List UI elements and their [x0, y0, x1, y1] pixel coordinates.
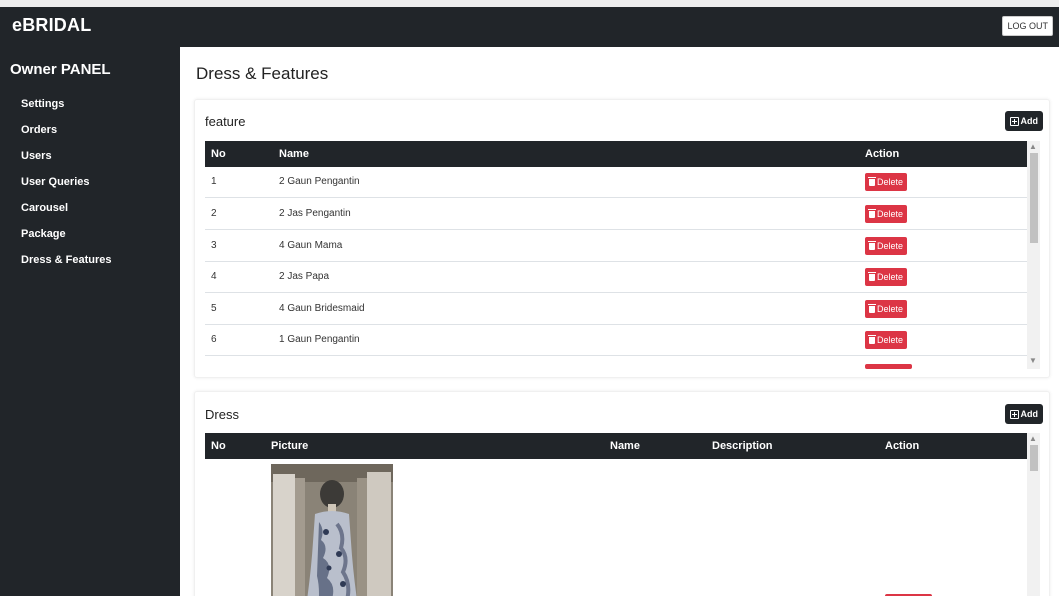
row-name: 4 Gaun Mama [279, 240, 343, 251]
add-dress-label: Add [1020, 409, 1039, 419]
delete-button[interactable]: Delete [865, 300, 908, 318]
row-name: 1 Gaun Pengantin [279, 334, 360, 345]
sidebar-nav: Settings Orders Users User Queries Carou… [21, 97, 112, 279]
feature-table-scrollbar[interactable]: ▲ ▼ [1027, 141, 1040, 369]
add-feature-label: Add [1020, 116, 1039, 126]
table-row: 6 1 Gaun Pengantin Delete [205, 325, 1027, 356]
feature-heading: feature [205, 114, 246, 129]
screen-frame: eBRIDAL LOG OUT Owner PANEL Settings Ord… [0, 0, 1059, 596]
trash-icon [868, 334, 876, 344]
row-name: 2 Jas Pengantin [279, 208, 351, 219]
column-no: No [211, 148, 226, 160]
plus-square-icon [1009, 116, 1019, 126]
column-name: Name [610, 440, 640, 452]
table-row: 2 2 Jas Pengantin Delete [205, 199, 1027, 230]
sidebar-item-users[interactable]: Users [21, 149, 112, 175]
top-navbar: eBRIDAL LOG OUT [0, 7, 1059, 47]
feature-table: No Name Action 1 2 Gaun Pengantin Delete… [205, 141, 1040, 369]
row-no: 1 [211, 176, 217, 187]
add-dress-button[interactable]: Add [1004, 404, 1043, 424]
dress-photo-image [271, 464, 393, 596]
dress-table-scrollbar[interactable]: ▲ [1027, 433, 1040, 596]
delete-button[interactable]: Delete [865, 205, 908, 223]
main-content: Dress & Features feature Add No Name Act… [180, 47, 1059, 596]
column-description: Description [712, 440, 773, 452]
delete-label: Delete [877, 209, 904, 219]
feature-table-header: No Name Action [205, 141, 1027, 167]
scroll-up-arrow-icon[interactable]: ▲ [1029, 435, 1037, 443]
scrollbar-thumb[interactable] [1030, 445, 1038, 471]
delete-label: Delete [877, 241, 904, 251]
dress-table: No Picture Name Description Action ▲ [205, 433, 1040, 596]
dress-picture [271, 464, 393, 596]
dress-table-header: No Picture Name Description Action [205, 433, 1027, 459]
sidebar-item-orders[interactable]: Orders [21, 123, 112, 149]
delete-label: Delete [877, 177, 904, 187]
feature-card: feature Add No Name Action 1 2 Gaun Peng… [194, 99, 1050, 378]
brand-logo[interactable]: eBRIDAL [12, 15, 91, 36]
delete-button[interactable]: Delete [865, 268, 908, 286]
column-action: Action [885, 440, 920, 452]
delete-button[interactable] [865, 364, 912, 369]
sidebar-item-dress-features[interactable]: Dress & Features [21, 253, 112, 279]
scrollbar-thumb[interactable] [1030, 153, 1038, 243]
row-name: 4 Gaun Bridesmaid [279, 303, 365, 314]
row-no: 3 [211, 240, 217, 251]
column-no: No [211, 440, 226, 452]
delete-button[interactable]: Delete [865, 331, 908, 349]
dress-card: Dress Add No Picture Name Description Ac… [194, 391, 1050, 596]
scroll-down-arrow-icon[interactable]: ▼ [1029, 357, 1037, 365]
delete-button[interactable]: Delete [865, 237, 908, 255]
logout-button[interactable]: LOG OUT [1002, 16, 1053, 36]
column-action: Action [865, 148, 900, 160]
row-no: 5 [211, 303, 217, 314]
column-picture: Picture [271, 440, 309, 452]
sidebar-title: Owner PANEL [10, 61, 111, 78]
sidebar: Owner PANEL Settings Orders Users User Q… [0, 47, 180, 596]
page-title: Dress & Features [196, 64, 329, 83]
trash-icon [868, 208, 876, 218]
row-no: 6 [211, 334, 217, 345]
delete-button[interactable]: Delete [865, 173, 908, 191]
trash-icon [868, 303, 876, 313]
delete-label: Delete [877, 272, 904, 282]
sidebar-item-package[interactable]: Package [21, 227, 112, 253]
plus-square-icon [1009, 409, 1019, 419]
table-row: 4 2 Jas Papa Delete [205, 262, 1027, 293]
table-row: 3 4 Gaun Mama Delete [205, 231, 1027, 262]
column-name: Name [279, 148, 309, 160]
trash-icon [868, 176, 876, 186]
sidebar-item-user-queries[interactable]: User Queries [21, 175, 112, 201]
delete-label: Delete [877, 335, 904, 345]
app-window: eBRIDAL LOG OUT Owner PANEL Settings Ord… [0, 7, 1059, 596]
row-no: 4 [211, 271, 217, 282]
row-name: 2 Gaun Pengantin [279, 176, 360, 187]
row-no: 2 [211, 208, 217, 219]
table-row: 5 4 Gaun Bridesmaid Delete [205, 294, 1027, 325]
table-row: 1 2 Gaun Pengantin Delete [205, 167, 1027, 198]
sidebar-item-settings[interactable]: Settings [21, 97, 112, 123]
delete-label: Delete [877, 304, 904, 314]
sidebar-item-carousel[interactable]: Carousel [21, 201, 112, 227]
scroll-up-arrow-icon[interactable]: ▲ [1029, 143, 1037, 151]
dress-heading: Dress [205, 407, 239, 422]
add-feature-button[interactable]: Add [1004, 111, 1043, 131]
row-name: 2 Jas Papa [279, 271, 330, 282]
trash-icon [868, 271, 876, 281]
trash-icon [868, 240, 876, 250]
